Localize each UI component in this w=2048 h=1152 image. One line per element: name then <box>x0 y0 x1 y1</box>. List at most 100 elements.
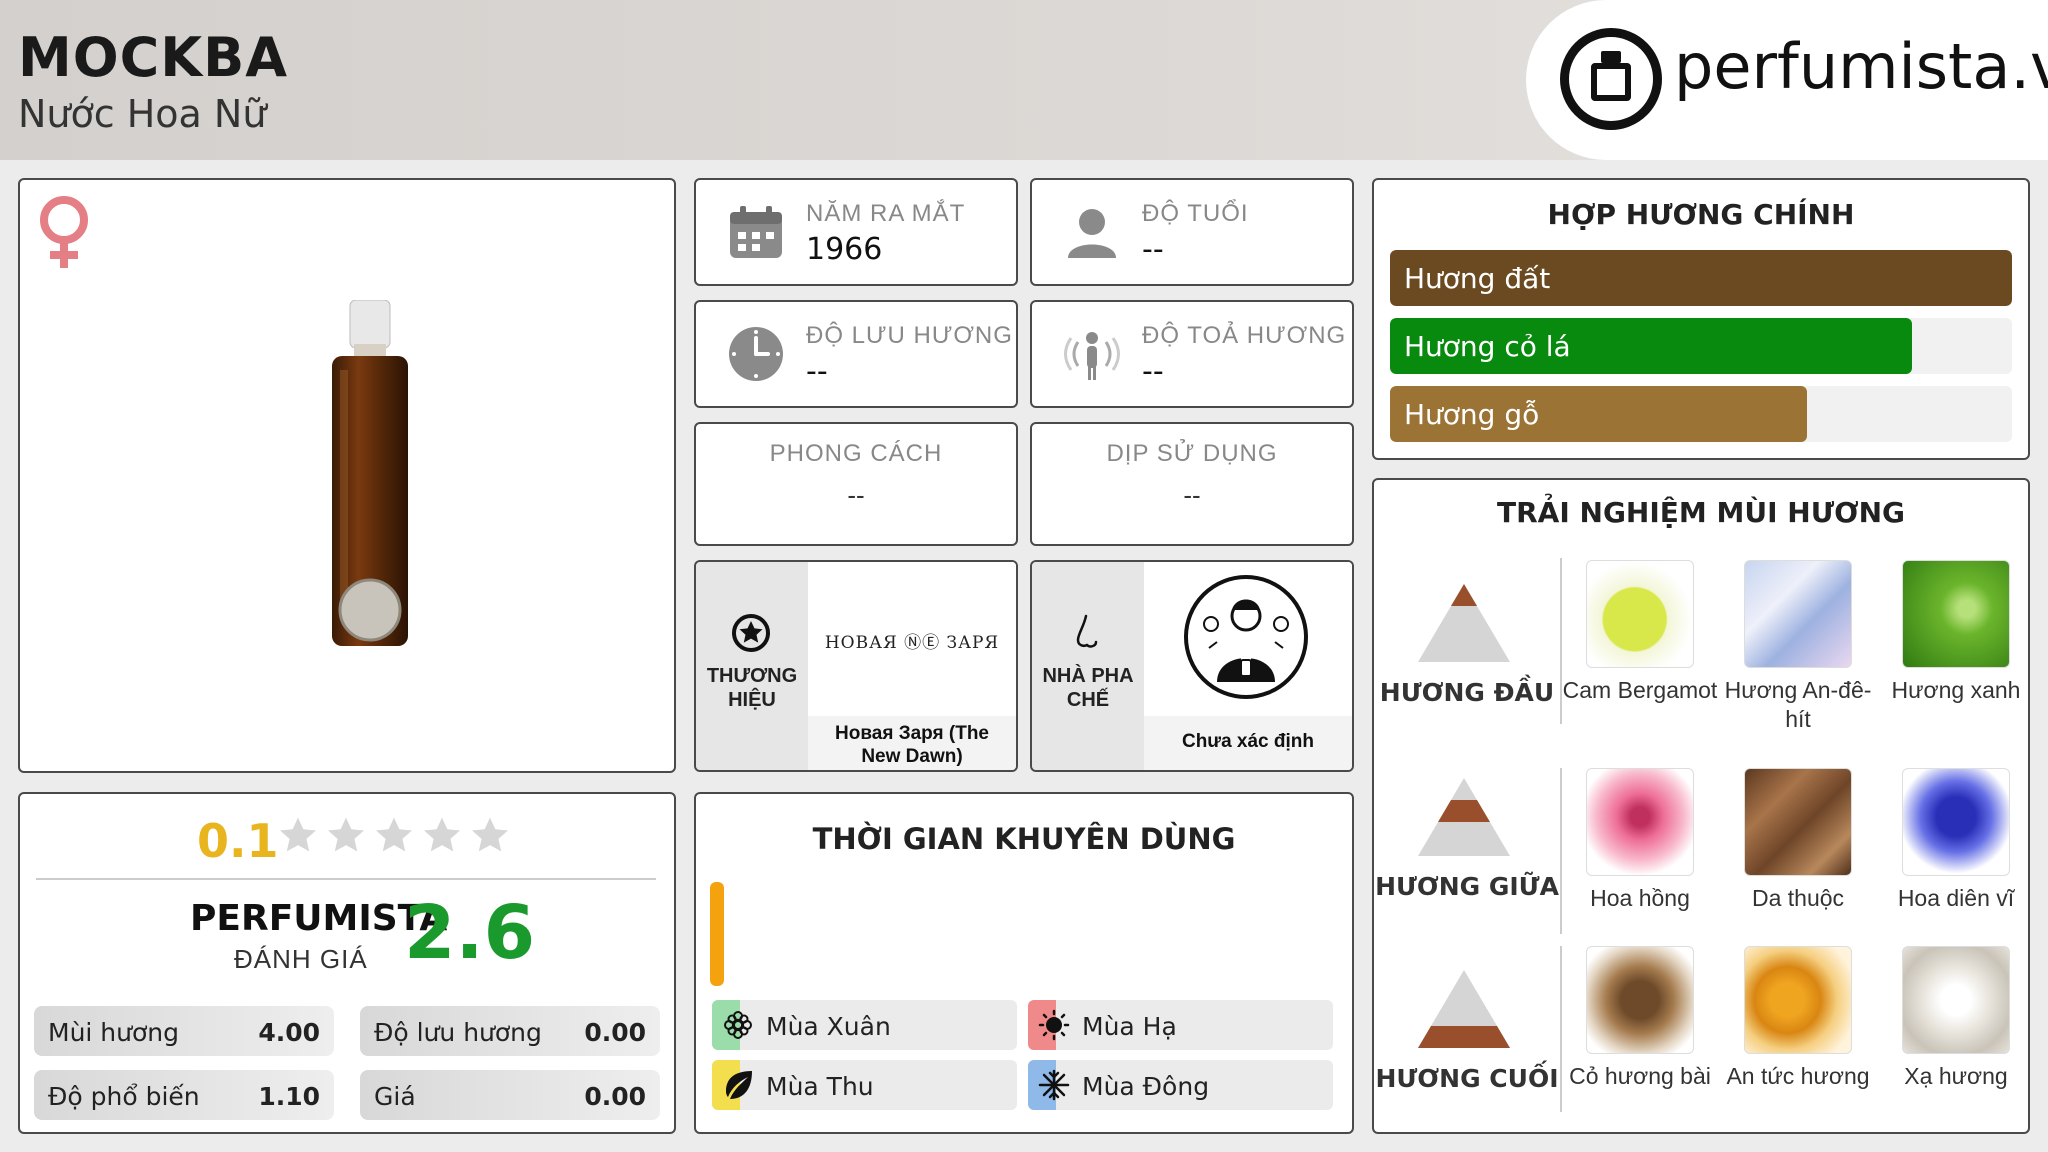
note-label: Hoa hồng <box>1590 885 1690 911</box>
day-night-bar <box>710 882 724 986</box>
accord-bar-woody: Hương gỗ <box>1390 386 2012 442</box>
vetiver-image <box>1586 946 1694 1054</box>
perfumer-card[interactable]: NHÀ PHA CHẾ Chưa xác định <box>1030 560 1354 772</box>
longevity-card: ĐỘ LƯU HƯƠNG -- <box>694 300 1018 408</box>
star-badge-icon <box>732 614 770 652</box>
benzoin-image <box>1744 946 1852 1054</box>
bergamot-image <box>1586 560 1694 668</box>
green-leaf-image <box>1902 560 2010 668</box>
pyramid-top-icon <box>1418 584 1510 662</box>
note-label: Cam Bergamot <box>1562 677 1718 703</box>
note-label: Cỏ hương bài <box>1569 1063 1711 1089</box>
brand-logo-text: НОВАЯ ⓃⒺ ЗАРЯ <box>824 633 1000 653</box>
tier-label-base: HƯƠNG CUỐI <box>1375 1064 1559 1093</box>
release-year-value: 1966 <box>806 232 883 267</box>
note-label: An tức hương <box>1726 1063 1870 1089</box>
brand-name: Новая Заря (The New Dawn) <box>835 723 989 767</box>
user-rating-value: 0.1 <box>197 814 279 868</box>
star-icon[interactable] <box>324 814 368 858</box>
stat-value: 1.10 <box>258 1082 320 1111</box>
brand-card[interactable]: THƯƠNG HIỆU НОВАЯ ⓃⒺ ЗАРЯ Новая Заря (Th… <box>694 560 1018 772</box>
note-label: Hương xanh <box>1891 677 2021 703</box>
accord-label: Hương đất <box>1404 262 1551 295</box>
rating-card: 0.1 PERFUMISTA ĐÁNH GIÁ 2.6 Mùi hương 4.… <box>18 792 676 1134</box>
page-subtitle: Nước Hoa Nữ <box>18 92 267 136</box>
brand-logo[interactable]: perfumista.vn <box>1526 0 2048 160</box>
flower-icon <box>724 1011 752 1039</box>
page-title: MOCKBA <box>18 26 289 89</box>
brand-logo-image: НОВАЯ ⓃⒺ ЗАРЯ <box>808 562 1016 716</box>
main-accords-card: HỢP HƯƠNG CHÍNH Hương đất Hương cỏ lá Hư… <box>1372 178 2030 460</box>
pyramid-base-icon <box>1418 970 1510 1048</box>
star-icon[interactable] <box>276 814 320 858</box>
accord-bar-green: Hương cỏ lá <box>1390 318 2012 374</box>
time-title: THỜI GIAN KHUYÊN DÙNG <box>812 822 1236 856</box>
musk-image <box>1902 946 2010 1054</box>
note-label: Da thuộc <box>1751 885 1845 911</box>
stat-label: Độ phổ biến <box>48 1082 200 1111</box>
female-symbol-icon <box>40 196 88 268</box>
perfumer-side-label: NHÀ PHA CHẾ <box>1042 665 1134 711</box>
stat-scent: Mùi hương 4.00 <box>34 1006 334 1056</box>
tier-label-top: HƯƠNG ĐẦU <box>1379 678 1555 707</box>
logo-text: perfumista.vn <box>1674 30 2048 103</box>
season-label: Mùa Thu <box>766 1072 874 1101</box>
sillage-label: ĐỘ TOẢ HƯƠNG <box>1142 322 1347 349</box>
stat-label: Giá <box>374 1082 416 1111</box>
perfumer-name: Chưa xác định <box>1181 731 1314 752</box>
age-value: -- <box>1142 232 1164 267</box>
star-icon[interactable] <box>468 814 512 858</box>
pyramid-middle-icon <box>1418 778 1510 856</box>
perfumer-image-area <box>1144 562 1352 716</box>
rose-image <box>1586 768 1694 876</box>
divider <box>36 878 656 880</box>
accords-title: HỢP HƯƠNG CHÍNH <box>1547 198 1855 231</box>
accord-label: Hương cỏ lá <box>1404 330 1571 363</box>
perfume-bottle-image <box>332 300 408 646</box>
occasion-card: DỊP SỬ DỤNG -- <box>1030 422 1354 546</box>
recommended-time-card: THỜI GIAN KHUYÊN DÙNG Mùa Xuân Mùa Hạ Mù… <box>694 792 1354 1134</box>
user-icon <box>1068 209 1116 258</box>
perfumer-caption-area: Chưa xác định <box>1144 716 1352 770</box>
occasion-label: DỊP SỬ DỤNG <box>1106 440 1278 467</box>
season-summer: Mùa Hạ <box>1028 1000 1333 1050</box>
release-year-card: NĂM RA MẮT 1966 <box>694 178 1018 286</box>
brand-side-label: THƯƠNG HIỆU <box>706 665 798 711</box>
star-icon[interactable] <box>372 814 416 858</box>
aldehyde-image <box>1744 560 1852 668</box>
note-label: Xạ hương <box>1904 1063 2008 1089</box>
accord-label: Hương gỗ <box>1404 398 1540 431</box>
season-label: Mùa Xuân <box>766 1012 891 1041</box>
style-label: PHONG CÁCH <box>769 440 943 467</box>
age-label: ĐỘ TUỔI <box>1142 200 1249 227</box>
style-card: PHONG CÁCH -- <box>694 422 1018 546</box>
star-icon[interactable] <box>420 814 464 858</box>
leaf-icon <box>726 1071 752 1099</box>
stat-popularity: Độ phổ biến 1.10 <box>34 1070 334 1120</box>
season-label: Mùa Đông <box>1082 1072 1210 1101</box>
calendar-icon <box>730 206 782 258</box>
stat-longevity: Độ lưu hương 0.00 <box>360 1006 660 1056</box>
snowflake-icon <box>1038 1069 1070 1101</box>
sun-icon <box>1038 1009 1070 1041</box>
product-image-card <box>18 178 676 773</box>
style-value: -- <box>847 480 865 510</box>
season-spring: Mùa Xuân <box>712 1000 1017 1050</box>
clock-icon <box>729 327 783 381</box>
perfumer-avatar-icon <box>1184 575 1308 699</box>
season-winter: Mùa Đông <box>1028 1060 1333 1110</box>
occasion-value: -- <box>1183 480 1201 510</box>
stat-value: 4.00 <box>258 1018 320 1047</box>
stat-price: Giá 0.00 <box>360 1070 660 1120</box>
stat-label: Mùi hương <box>48 1018 180 1047</box>
perfumista-score: 2.6 <box>404 890 536 976</box>
sillage-value: -- <box>1142 354 1164 389</box>
notes-title: TRẢI NGHIỆM MÙI HƯƠNG <box>1497 496 1905 529</box>
longevity-value: -- <box>806 354 828 389</box>
release-year-label: NĂM RA MẮT <box>806 200 966 227</box>
accord-bar-earthy: Hương đất <box>1390 250 2012 306</box>
perfume-bottle-logo-icon <box>1560 28 1662 130</box>
stat-label: Độ lưu hương <box>374 1018 542 1047</box>
star-rating[interactable] <box>276 814 512 858</box>
leather-image <box>1744 768 1852 876</box>
